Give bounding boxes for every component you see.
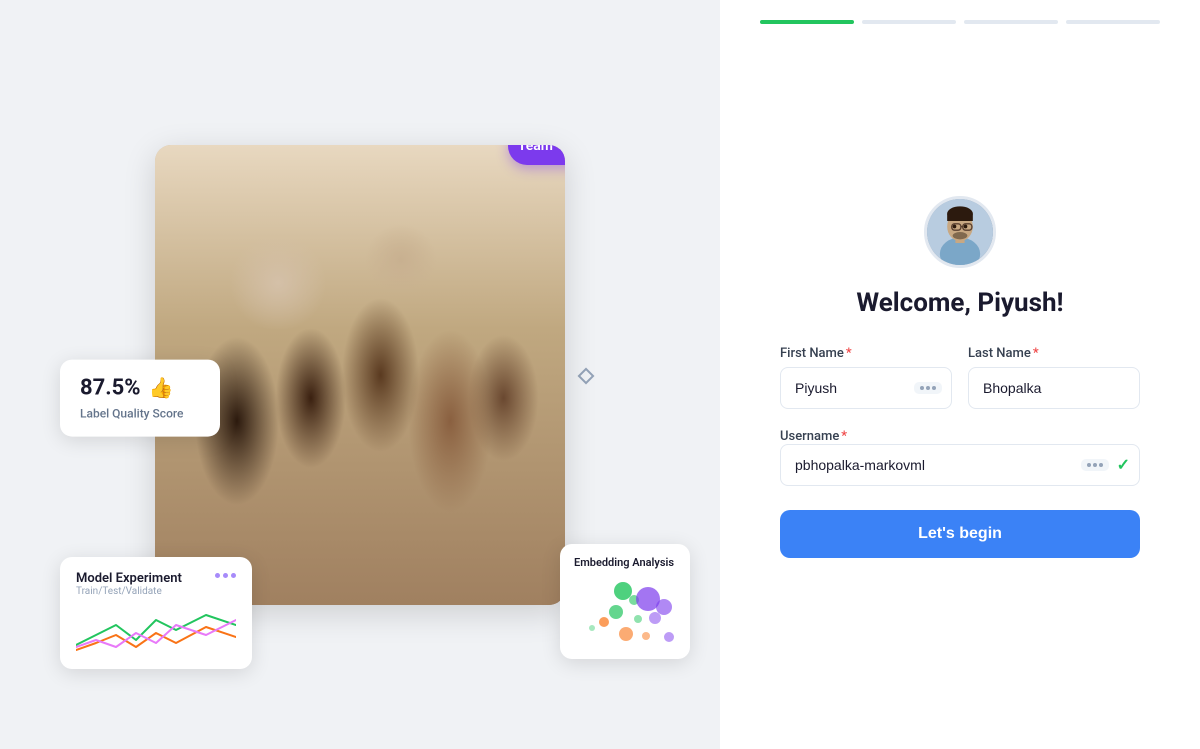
last-name-input[interactable] [968, 367, 1140, 409]
team-badge-label: Team [518, 145, 553, 154]
model-card-header: Model Experiment Train/Test/Validate [76, 571, 236, 597]
quality-label: Label Quality Score [80, 406, 200, 420]
last-name-wrapper [968, 367, 1140, 409]
form-area: Welcome, Piyush! First Name* [720, 24, 1200, 749]
last-name-label: Last Name* [968, 346, 1140, 361]
quality-percent: 87.5% [80, 375, 141, 400]
right-panel: Welcome, Piyush! First Name* [720, 0, 1200, 749]
team-avatars [559, 145, 565, 157]
username-row: Username* ✓ [780, 425, 1140, 486]
name-row: First Name* Last Name* [780, 346, 1140, 409]
avatar-image [927, 199, 993, 265]
model-subtitle: Train/Test/Validate [76, 586, 182, 597]
model-dots-icon [215, 573, 236, 578]
username-dots [1081, 459, 1109, 471]
team-avatar-1 [559, 145, 565, 157]
thumbup-icon: 👍 [149, 376, 174, 400]
model-card-titles: Model Experiment Train/Test/Validate [76, 571, 182, 597]
model-chart [76, 605, 236, 655]
avatar [924, 196, 996, 268]
username-wrapper: ✓ [780, 444, 1140, 486]
model-title: Model Experiment [76, 571, 182, 586]
embedding-title: Embedding Analysis [574, 556, 676, 569]
quality-card: 87.5% 👍 Label Quality Score [60, 359, 220, 436]
progress-bar [720, 0, 1200, 24]
username-required: * [841, 429, 847, 444]
username-icon: ✓ [1081, 455, 1130, 474]
team-badge: Team 28 [508, 145, 565, 165]
username-label: Username* [780, 429, 847, 444]
embedding-card: Embedding Analysis [560, 544, 690, 659]
first-name-dots [914, 382, 942, 394]
begin-button[interactable]: Let's begin [780, 510, 1140, 558]
first-name-required: * [846, 346, 852, 361]
first-name-group: First Name* [780, 346, 952, 409]
diamond-decoration-1 [578, 368, 595, 385]
model-card: Model Experiment Train/Test/Validate [60, 557, 252, 669]
embedding-scatter [574, 577, 676, 647]
quality-score: 87.5% 👍 [80, 375, 200, 400]
left-panel: ❧ Team 28 87.5% 👍 Label Quality Score [0, 0, 720, 749]
welcome-heading: Welcome, Piyush! [856, 288, 1063, 318]
first-name-label: First Name* [780, 346, 952, 361]
last-name-group: Last Name* [968, 346, 1140, 409]
first-name-wrapper [780, 367, 952, 409]
last-name-required: * [1033, 346, 1039, 361]
first-name-icon [914, 382, 942, 394]
username-check-icon: ✓ [1117, 455, 1130, 474]
